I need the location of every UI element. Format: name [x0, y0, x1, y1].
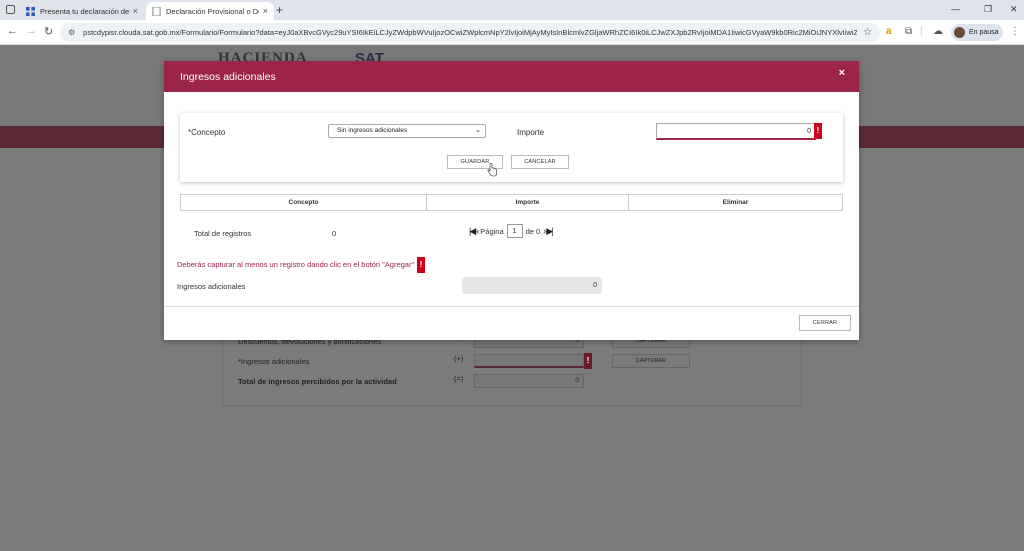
browser-toolbar: ← → ↻ ⚙ pstcdypisr.clouda.sat.gob.mx/For… — [0, 20, 1024, 45]
records-table-header: Concepto Importe Eliminar — [180, 194, 843, 211]
warning-badge: ! — [417, 257, 425, 273]
tab-title: Declaración Provisional o Defini — [166, 6, 259, 16]
amazon-extension-icon[interactable]: a — [886, 26, 892, 37]
bg-row-field[interactable] — [474, 354, 584, 368]
window-close-icon[interactable]: ✕ — [1010, 4, 1018, 15]
address-bar[interactable]: ⚙ pstcdypisr.clouda.sat.gob.mx/Formulari… — [60, 23, 880, 42]
page-number-input[interactable]: 1 — [506, 224, 523, 238]
pagination: |◀ ‹ Página 1 de 0 › ▶| — [468, 224, 554, 238]
new-tab-button[interactable]: + — [276, 3, 283, 17]
browser-tab-1[interactable]: Presenta tu declaración de pago × — [20, 2, 144, 20]
bg-row-field: 0 — [474, 374, 584, 388]
tab-title: Presenta tu declaración de pago — [40, 6, 129, 16]
profile-status: En pausa — [969, 29, 999, 36]
browser-tab-2[interactable]: Declaración Provisional o Defini × — [146, 2, 274, 20]
page-label: Página — [480, 226, 504, 236]
site-info-icon[interactable]: ⚙ — [68, 28, 75, 37]
close-button[interactable]: CERRAR — [799, 315, 851, 331]
cancel-button[interactable]: CANCELAR — [511, 155, 569, 169]
forward-icon[interactable]: → — [26, 25, 37, 37]
url-text: pstcdypisr.clouda.sat.gob.mx/Formulario/… — [83, 28, 858, 37]
bg-error-badge: ! — [584, 353, 592, 369]
bg-row-label: *Ingresos adicionales — [238, 357, 310, 366]
dialog-header: Ingresos adicionales × — [164, 61, 859, 92]
page-favicon-icon — [152, 6, 161, 16]
hand-pointer-icon — [487, 163, 497, 177]
minimize-icon[interactable]: — — [951, 4, 960, 14]
first-page-icon[interactable]: |◀ — [469, 226, 476, 237]
total-records-label: Total de registros — [194, 229, 252, 238]
extra-income-total: 0 — [462, 277, 602, 294]
last-page-icon[interactable]: ▶| — [546, 226, 553, 237]
concept-select[interactable]: Sin ingresos adicionales ⌄ — [328, 124, 486, 138]
bg-row-sign: (+) — [454, 354, 464, 363]
restore-icon[interactable]: ❐ — [984, 4, 992, 15]
bg-capture-button[interactable]: CAPTURAR — [612, 354, 690, 368]
dialog-title: Ingresos adicionales — [180, 71, 276, 83]
chevron-down-icon: ⌄ — [475, 127, 481, 134]
amount-label: Importe — [517, 128, 545, 137]
toolbar-divider: | — [920, 26, 923, 37]
column-header: Importe — [426, 195, 628, 210]
bookmark-star-icon[interactable]: ☆ — [863, 27, 872, 38]
column-header: Concepto — [288, 199, 319, 206]
page-count: de 0 — [525, 226, 541, 236]
capture-form-card: *Concepto Sin ingresos adicionales ⌄ Imp… — [180, 113, 843, 182]
ingresos-adicionales-dialog: Ingresos adicionales × *Concepto Sin ing… — [164, 61, 859, 340]
next-page-icon[interactable]: › — [543, 226, 546, 236]
total-records-value: 0 — [332, 229, 337, 238]
close-tab-icon[interactable]: × — [133, 6, 138, 16]
validation-warning: Deberás capturar al menos un registro da… — [177, 260, 415, 269]
dialog-divider — [164, 306, 859, 307]
back-icon[interactable]: ← — [7, 25, 18, 37]
close-icon[interactable]: × — [839, 67, 845, 79]
extra-income-label: Ingresos adicionales — [177, 282, 246, 291]
extensions-icon[interactable]: ⧉ — [905, 26, 912, 37]
grid-favicon-icon — [26, 6, 35, 16]
concept-label: *Concepto — [188, 128, 226, 137]
error-badge: ! — [814, 123, 822, 139]
reload-icon[interactable]: ↻ — [44, 25, 53, 38]
column-header: Eliminar — [628, 195, 842, 210]
bg-row-sign: (=) — [454, 374, 464, 383]
avatar — [954, 27, 965, 38]
previous-page-icon[interactable]: ‹ — [476, 226, 479, 236]
cloud-sync-icon[interactable]: ☁ — [933, 26, 943, 37]
bg-row-label: Total de ingresos percibidos por la acti… — [238, 377, 397, 386]
amount-input[interactable]: 0 — [656, 123, 816, 140]
browser-menu-icon[interactable]: ⋮ — [1010, 26, 1020, 37]
tab-search-icon[interactable] — [6, 5, 15, 14]
close-tab-icon[interactable]: × — [263, 6, 268, 16]
browser-tab-bar: Presenta tu declaración de pago × Declar… — [0, 0, 1024, 20]
concept-selected-value: Sin ingresos adicionales — [337, 127, 408, 134]
profile-button[interactable]: En pausa — [951, 24, 1003, 41]
